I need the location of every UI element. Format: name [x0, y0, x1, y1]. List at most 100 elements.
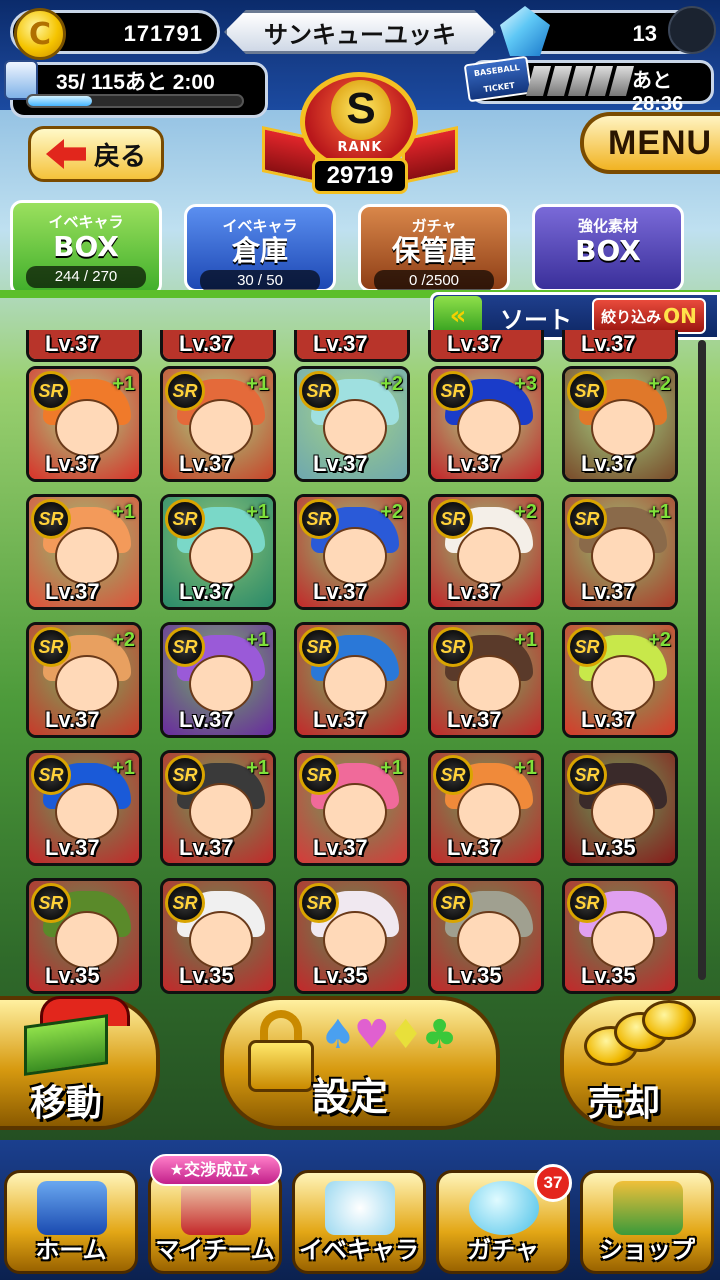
- character-card[interactable]: SR +1 Lv.37: [26, 366, 142, 482]
- card-plus: +1: [246, 373, 269, 395]
- character-card[interactable]: SR Lv.37: [294, 622, 410, 738]
- nav-event-chara[interactable]: イベキャラ: [292, 1170, 426, 1274]
- nav-shop[interactable]: ショップ: [580, 1170, 714, 1274]
- filter-button[interactable]: 絞り込み ON: [592, 298, 706, 334]
- character-face: [55, 655, 119, 713]
- character-card[interactable]: SR Lv.35: [562, 878, 678, 994]
- character-card[interactable]: SR Lv.35: [562, 750, 678, 866]
- menu-button[interactable]: MENU: [580, 112, 720, 174]
- card-level: Lv.37: [45, 707, 100, 732]
- nav-chara-label: イベキャラ: [299, 1236, 419, 1264]
- character-card[interactable]: Lv.37: [562, 330, 678, 362]
- tab-gacha-vault[interactable]: ガチャ 保管庫 0 /2500: [358, 204, 510, 292]
- card-level: Lv.37: [447, 579, 502, 604]
- card-plus: +2: [380, 373, 403, 395]
- character-card[interactable]: Lv.37: [428, 330, 544, 362]
- tab-label-top: 強化素材: [577, 217, 638, 235]
- card-plus: +1: [514, 629, 537, 651]
- tab-material-box[interactable]: 強化素材 BOX: [532, 204, 684, 292]
- card-plus: +2: [380, 501, 403, 523]
- negotiation-success-badge: ★交渉成立★: [150, 1154, 282, 1186]
- character-face: [55, 399, 119, 457]
- tab-label-top: イベキャラ: [222, 217, 298, 235]
- coins-icon: [584, 1000, 696, 1070]
- character-face: [323, 911, 387, 969]
- back-button[interactable]: 戻る: [28, 126, 164, 182]
- character-card[interactable]: SR +1 Lv.37: [160, 366, 276, 482]
- character-card[interactable]: SR +1 Lv.37: [428, 750, 544, 866]
- card-level: Lv.37: [179, 835, 234, 860]
- tab-count: 0 /2500: [374, 270, 494, 292]
- filter-label: 絞り込み: [601, 307, 662, 326]
- ticket-timer: あと28:36: [632, 70, 684, 115]
- character-card[interactable]: SR +2 Lv.37: [294, 494, 410, 610]
- sr-rarity-icon: SR: [433, 499, 473, 539]
- sr-rarity-icon: SR: [433, 371, 473, 411]
- card-level: Lv.35: [45, 963, 100, 988]
- tab-label-top: ガチャ: [411, 217, 457, 235]
- tab-event-chara-box[interactable]: イベキャラ BOX 244 / 270: [10, 200, 162, 296]
- tab-event-chara-storage[interactable]: イベキャラ 倉庫 30 / 50: [184, 204, 336, 292]
- card-level: Lv.37: [581, 579, 636, 604]
- sr-rarity-icon: SR: [31, 755, 71, 795]
- card-level: Lv.37: [179, 707, 234, 732]
- character-face: [457, 911, 521, 969]
- sr-rarity-icon: SR: [433, 627, 473, 667]
- character-face: [323, 399, 387, 457]
- sr-rarity-icon: SR: [567, 883, 607, 923]
- sell-label: 売却: [588, 1083, 661, 1124]
- character-card[interactable]: SR +2 Lv.37: [562, 366, 678, 482]
- character-card[interactable]: SR +1 Lv.37: [26, 750, 142, 866]
- character-card[interactable]: Lv.37: [160, 330, 276, 362]
- card-level: Lv.37: [179, 579, 234, 604]
- character-card[interactable]: Lv.37: [294, 330, 410, 362]
- grid-scrollbar[interactable]: [698, 340, 706, 980]
- stamina-fill: [28, 96, 92, 106]
- character-card[interactable]: Lv.37: [26, 330, 142, 362]
- character-card[interactable]: SR +2 Lv.37: [562, 622, 678, 738]
- sr-rarity-icon: SR: [299, 499, 339, 539]
- character-face: [189, 399, 253, 457]
- rank-letter: S: [331, 80, 391, 140]
- sr-rarity-icon: SR: [31, 883, 71, 923]
- character-card[interactable]: SR +1 Lv.37: [160, 494, 276, 610]
- character-card[interactable]: SR +1 Lv.37: [294, 750, 410, 866]
- sr-rarity-icon: SR: [299, 627, 339, 667]
- tab-label-main: BOX: [575, 234, 641, 267]
- card-level: Lv.35: [581, 963, 636, 988]
- character-face: [55, 911, 119, 969]
- nav-home-label: ホーム: [35, 1236, 107, 1264]
- character-card[interactable]: SR Lv.35: [160, 878, 276, 994]
- card-suits-icon: ♠♥♦♣: [320, 1012, 457, 1058]
- character-face: [591, 399, 655, 457]
- event-chara-icon: [325, 1181, 395, 1235]
- sr-rarity-icon: SR: [165, 755, 205, 795]
- card-level: Lv.37: [313, 331, 368, 356]
- sr-rarity-icon: SR: [31, 371, 71, 411]
- card-level: Lv.35: [313, 963, 368, 988]
- character-card[interactable]: SR +1 Lv.37: [428, 622, 544, 738]
- card-level: Lv.37: [45, 579, 100, 604]
- card-plus: +1: [112, 373, 135, 395]
- sr-rarity-icon: SR: [433, 883, 473, 923]
- character-face: [323, 655, 387, 713]
- card-plus: +2: [648, 373, 671, 395]
- character-card[interactable]: SR +1 Lv.37: [160, 750, 276, 866]
- character-card[interactable]: SR +2 Lv.37: [26, 622, 142, 738]
- character-card[interactable]: SR +1 Lv.37: [26, 494, 142, 610]
- character-card[interactable]: SR +1 Lv.37: [160, 622, 276, 738]
- character-card[interactable]: SR +3 Lv.37: [428, 366, 544, 482]
- card-level: Lv.37: [447, 707, 502, 732]
- character-card[interactable]: SR +2 Lv.37: [294, 366, 410, 482]
- card-plus: +2: [648, 629, 671, 651]
- character-card[interactable]: SR +2 Lv.37: [428, 494, 544, 610]
- character-card[interactable]: SR +1 Lv.37: [562, 494, 678, 610]
- back-arrow-icon: [45, 139, 86, 169]
- character-card[interactable]: SR Lv.35: [294, 878, 410, 994]
- coin-icon: C: [14, 8, 66, 60]
- character-card[interactable]: SR Lv.35: [428, 878, 544, 994]
- player-name: サンキューユッキ: [224, 10, 496, 54]
- shop-icon: [613, 1181, 683, 1235]
- character-card[interactable]: SR Lv.35: [26, 878, 142, 994]
- nav-home[interactable]: ホーム: [4, 1170, 138, 1274]
